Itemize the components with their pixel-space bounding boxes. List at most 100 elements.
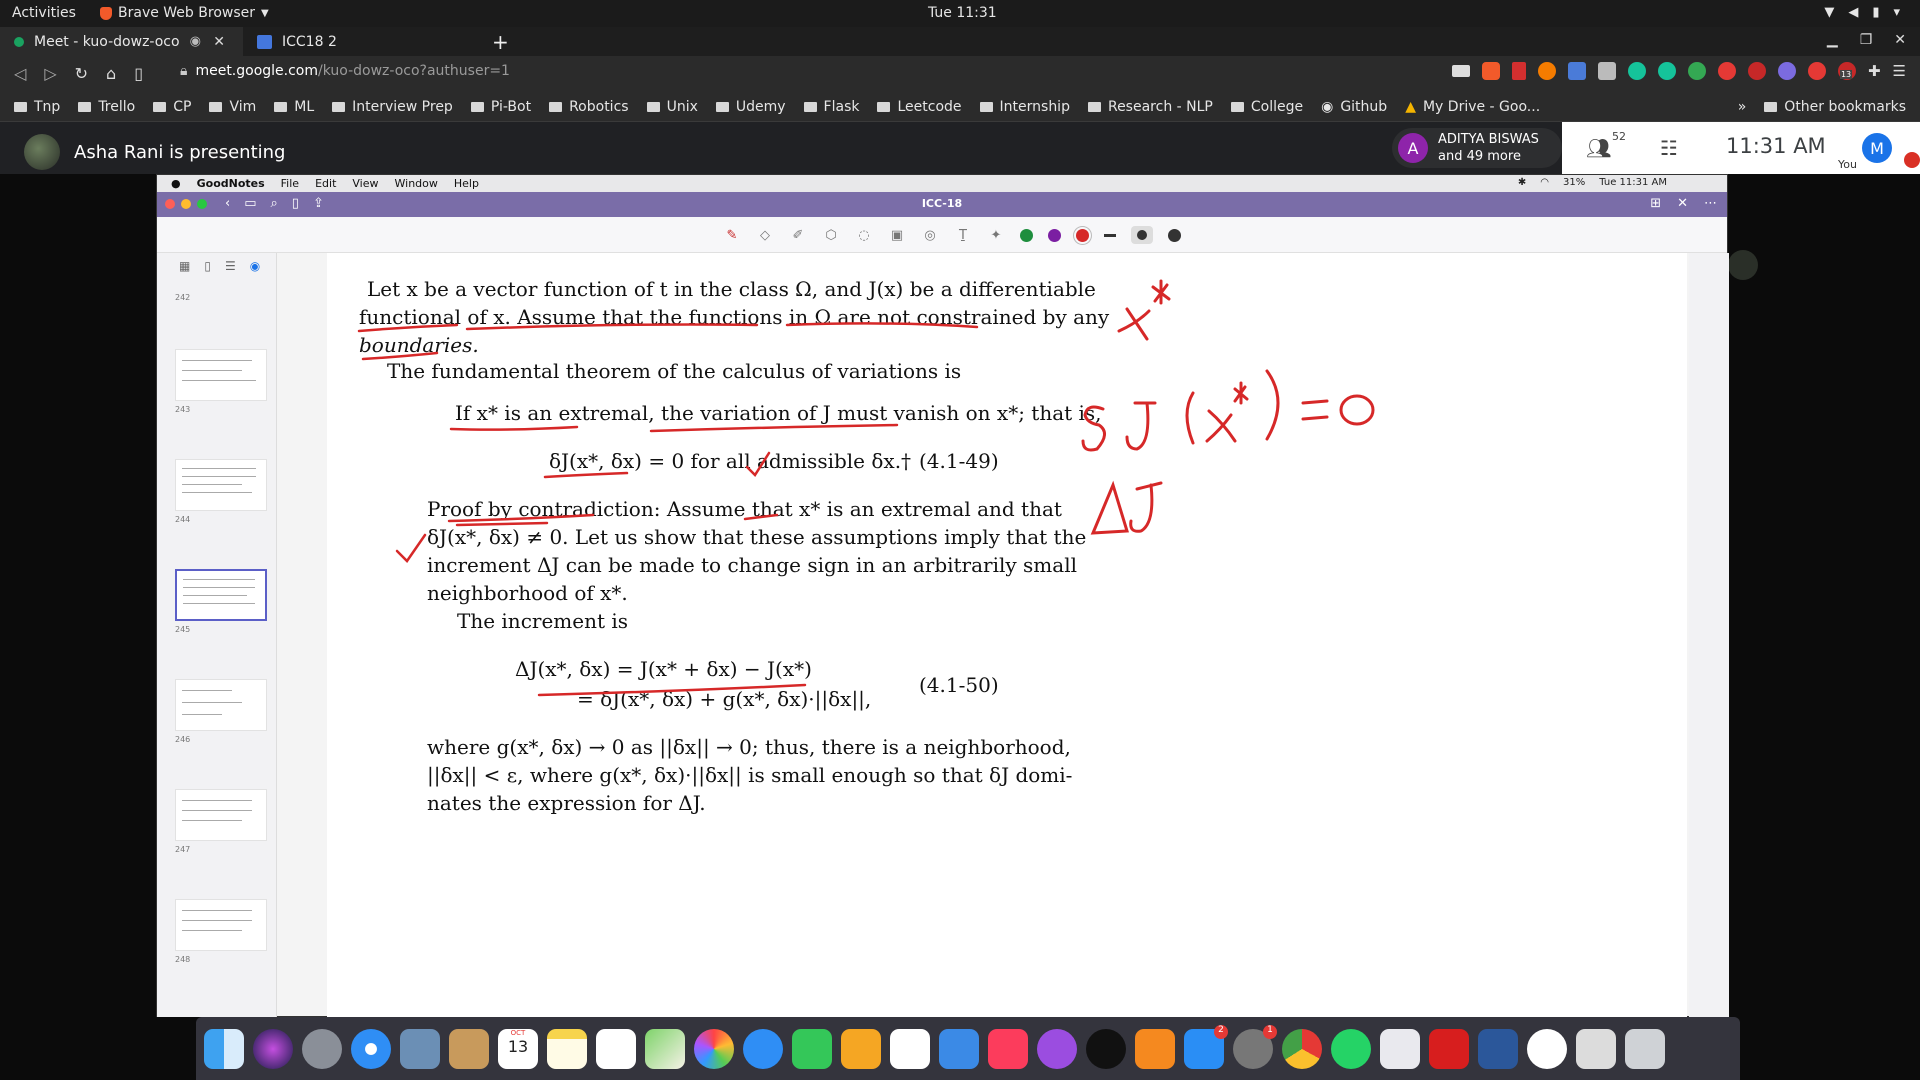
- photos-icon[interactable]: [694, 1028, 734, 1069]
- outline-icon[interactable]: ☰: [225, 259, 236, 273]
- notes-icon[interactable]: [547, 1028, 587, 1069]
- whatsapp-icon[interactable]: [1331, 1028, 1371, 1069]
- page-thumbnail[interactable]: [175, 899, 267, 951]
- more-icon[interactable]: ⋯: [1704, 196, 1717, 211]
- extension-icon[interactable]: [1717, 62, 1736, 80]
- menu-window[interactable]: Window: [395, 177, 438, 190]
- preview-icon[interactable]: [400, 1028, 440, 1069]
- system-tray[interactable]: ▼ ◀ ▮ ▾: [1824, 5, 1900, 20]
- tab-meet[interactable]: Meet - kuo-dowz-oco ◉ ✕: [0, 27, 243, 56]
- shape-icon[interactable]: ⬡: [822, 226, 840, 244]
- color-purple[interactable]: [1048, 228, 1061, 242]
- bookmark-folder[interactable]: Vim: [209, 99, 256, 115]
- puzzle-icon[interactable]: ✚: [1868, 62, 1881, 80]
- check-icon[interactable]: ◉: [250, 259, 260, 273]
- back-icon[interactable]: ◁: [14, 64, 26, 83]
- launchpad-icon[interactable]: [302, 1028, 342, 1069]
- lasso-icon[interactable]: ◌: [855, 226, 873, 244]
- forward-icon[interactable]: ▷: [44, 64, 56, 83]
- page-thumbnail[interactable]: [175, 789, 267, 841]
- address-bar[interactable]: 🔒︎ meet.google.com/kuo-dowz-oco?authuser…: [180, 63, 510, 79]
- facetime-icon[interactable]: [792, 1028, 832, 1069]
- extension-icon[interactable]: [1777, 62, 1796, 80]
- highlighter-icon[interactable]: ✐: [789, 226, 807, 244]
- activities-button[interactable]: Activities: [12, 5, 76, 21]
- contacts-icon[interactable]: [449, 1028, 489, 1069]
- page-thumbnail-selected[interactable]: [175, 569, 267, 621]
- finder-icon[interactable]: [204, 1028, 244, 1069]
- pen-icon[interactable]: ✎: [723, 226, 741, 244]
- page-thumbnail[interactable]: [175, 349, 267, 401]
- trash-icon[interactable]: [1625, 1028, 1665, 1069]
- extension-icon[interactable]: [1807, 62, 1826, 80]
- extension-icon[interactable]: [1747, 62, 1766, 80]
- laser-icon[interactable]: ✦: [987, 226, 1005, 244]
- text-icon[interactable]: Ṯ: [954, 226, 972, 244]
- camera-icon[interactable]: [1451, 65, 1470, 77]
- home-icon[interactable]: ⌂: [106, 64, 116, 83]
- system-preferences-icon[interactable]: 1: [1233, 1024, 1277, 1069]
- bookmark-folder[interactable]: CP: [153, 99, 191, 115]
- eraser-icon[interactable]: ◇: [756, 226, 774, 244]
- page-thumbnail[interactable]: [175, 459, 267, 511]
- participant-tile[interactable]: [1728, 250, 1758, 280]
- stroke-thick[interactable]: [1168, 228, 1181, 242]
- numbers-icon[interactable]: [890, 1028, 930, 1069]
- people-icon[interactable]: 👥︎: [1586, 136, 1611, 160]
- bookmark-folder[interactable]: Pi-Bot: [470, 99, 531, 115]
- reload-icon[interactable]: ↻: [75, 64, 88, 83]
- extension-badge-icon[interactable]: 13: [1837, 62, 1856, 80]
- bookmark-folder[interactable]: Tnp: [14, 99, 60, 115]
- menu-icon[interactable]: ☰: [1893, 62, 1906, 80]
- extension-icon[interactable]: [1537, 62, 1556, 80]
- menu-view[interactable]: View: [352, 177, 378, 190]
- downloads-folder-icon[interactable]: [1576, 1028, 1616, 1069]
- bookmark-folder[interactable]: Trello: [78, 99, 135, 115]
- siri-icon[interactable]: [253, 1028, 293, 1069]
- goodnotes-icon[interactable]: [1380, 1028, 1420, 1069]
- reminders-icon[interactable]: [596, 1028, 636, 1069]
- menu-help[interactable]: Help: [454, 177, 479, 190]
- color-red[interactable]: [1076, 228, 1089, 242]
- add-page-icon[interactable]: ⊞: [1650, 196, 1661, 211]
- bookmark-icon[interactable]: ▯: [134, 64, 143, 83]
- calendar-icon[interactable]: OCT 13: [498, 1028, 538, 1069]
- bookmark-folder[interactable]: Flask: [803, 99, 859, 115]
- webex-icon[interactable]: [1527, 1028, 1567, 1069]
- bookmark-folder[interactable]: Udemy: [715, 99, 786, 115]
- bookmark-link[interactable]: ◉ Github: [1321, 99, 1387, 115]
- overflow-chevron-icon[interactable]: »: [1738, 99, 1747, 115]
- bookmark-folder[interactable]: College: [1230, 99, 1303, 115]
- safari-icon[interactable]: [351, 1028, 391, 1069]
- menu-edit[interactable]: Edit: [315, 177, 336, 190]
- apple-tv-icon[interactable]: [1086, 1028, 1126, 1069]
- add-extension-icon[interactable]: [1687, 62, 1706, 80]
- brave-shield-icon[interactable]: [1481, 62, 1500, 80]
- brave-rewards-icon[interactable]: [1511, 62, 1526, 80]
- menu-file[interactable]: File: [281, 177, 299, 190]
- maps-icon[interactable]: [645, 1028, 685, 1069]
- grammarly-icon[interactable]: [1627, 62, 1646, 80]
- minimize-icon[interactable]: ▁: [1827, 32, 1838, 48]
- bookmark-folder[interactable]: Research - NLP: [1087, 99, 1213, 115]
- bookmark-folder[interactable]: Unix: [646, 99, 698, 115]
- image-icon[interactable]: ▣: [888, 226, 906, 244]
- app-store-icon[interactable]: 2: [1184, 1024, 1228, 1069]
- camera-icon[interactable]: ◎: [921, 226, 939, 244]
- bookmark-folder[interactable]: Robotics: [549, 99, 629, 115]
- music-icon[interactable]: [988, 1028, 1028, 1069]
- books-icon[interactable]: [1135, 1028, 1175, 1069]
- word-icon[interactable]: [1478, 1028, 1518, 1069]
- self-avatar[interactable]: M: [1862, 133, 1892, 163]
- acrobat-icon[interactable]: [1429, 1028, 1469, 1069]
- keynote-icon[interactable]: [939, 1028, 979, 1069]
- other-bookmarks[interactable]: Other bookmarks: [1764, 99, 1906, 115]
- close-icon[interactable]: ✕: [1677, 196, 1688, 211]
- extension-icon[interactable]: [1597, 62, 1616, 80]
- close-tab-icon[interactable]: ✕: [213, 34, 225, 50]
- bookmark-folder[interactable]: Interview Prep: [332, 99, 453, 115]
- page-thumbnail[interactable]: [175, 679, 267, 731]
- podcasts-icon[interactable]: [1037, 1028, 1077, 1069]
- tab-icc18[interactable]: ICC18 2: [243, 27, 476, 56]
- app-menu[interactable]: Brave Web Browser ▼: [100, 5, 269, 21]
